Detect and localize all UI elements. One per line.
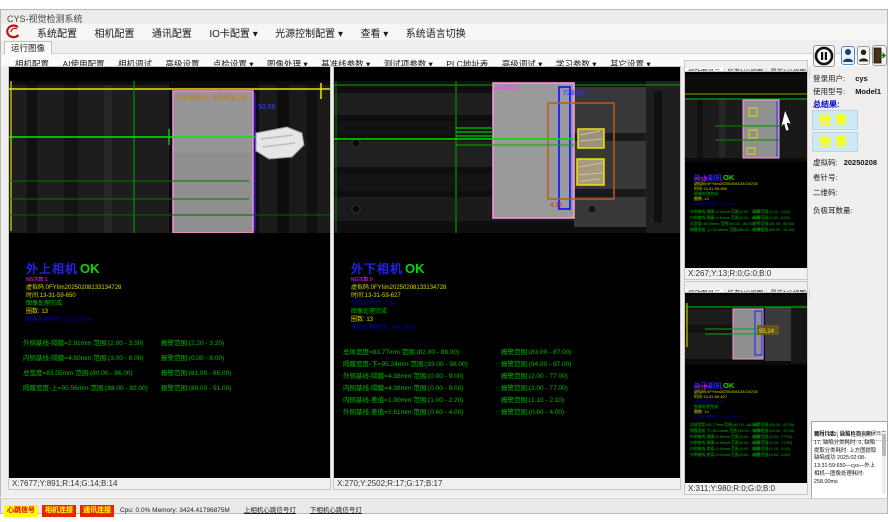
- tab-run-image[interactable]: 运行图像: [4, 41, 52, 54]
- log-text: 耗时: 222, 缺陷检测耗时: 17, 缺陷分类耗时: 0, 缺陷提取分类耗时…: [814, 432, 880, 487]
- user-icon: [842, 47, 854, 64]
- upper-camera-heartbeat-link[interactable]: 上相机心跳信号灯: [244, 504, 296, 514]
- result-box-upper: 结果: [812, 110, 858, 130]
- brightness-overlay-label: 平均亮值:93, 动态亮值:100: [176, 94, 248, 102]
- small-view-top[interactable]: 外上相机OK NG次数:1 虚拟码:0FYIim2025020813313472…: [684, 71, 808, 270]
- pixel-coords-lower: X:270;Y:2502;R:17;G:17;B:17: [333, 478, 681, 490]
- cpu-memory-text: Cpu: 0.0% Memory: 3424.41796875M: [120, 507, 230, 514]
- measure-row: 内侧基线-隔膜=4.38mm 范围:(0.00 - 9.00): [343, 382, 463, 392]
- pixel-coords-small-bottom: X:311;Y:980;R:0;G:0;B:0: [684, 483, 808, 495]
- film-region-box: [743, 100, 779, 158]
- lower-camera-heartbeat-link[interactable]: 下相机心跳信号灯: [310, 504, 362, 514]
- measure-row: 隔膜宽度-上=90.56mm 范围:(88.00 - 92.00): [23, 382, 148, 392]
- measure-row: 隔膜宽度-下=95.24mm 范围:(93.00 - 98.00): [343, 358, 468, 368]
- camera-lower-title: 外下相机: [351, 262, 403, 276]
- small-image-top[interactable]: [685, 74, 807, 162]
- model-value: Model1: [855, 87, 881, 96]
- log-scroll-thumb[interactable]: [882, 434, 886, 456]
- alarm-range: 报警范围:(1.10 - 2.10): [501, 394, 564, 404]
- tab-count-field: 负极耳数量:: [813, 205, 853, 216]
- result-box-lower: 结果: [812, 132, 858, 152]
- alarm-range: 报警范围:(0.00 - 8.00): [161, 352, 224, 362]
- small-image-bottom[interactable]: 95.24: [685, 295, 807, 365]
- camera-view-upper[interactable]: 平均亮值:93, 动态亮值:100 90.56 外上相机OK NG次数:1 虚拟…: [8, 66, 331, 480]
- main-tab-strip: [0, 40, 888, 54]
- camera-image-lower[interactable]: AI检测区 728.80 4.38: [334, 81, 680, 233]
- alarm-range: 报警范围:(0.60 - 4.00): [501, 406, 564, 416]
- alarm-range: 报警范围:(83.00 - 87.00): [501, 346, 571, 356]
- alarm-range: 报警范围:(2.00 - 77.00): [501, 370, 568, 380]
- log-scrollbar[interactable]: [882, 432, 886, 494]
- pause-button[interactable]: [813, 45, 835, 67]
- title-bar: [0, 9, 888, 25]
- pixel-coords-upper: X:7677;Y:891;R:14;G:14;B:14: [8, 478, 331, 490]
- virtual-code-value: 20250208: [844, 158, 877, 167]
- alarm-range: 报警范围:(89.00 - 91.00): [161, 382, 231, 392]
- login-user-value: cys: [855, 74, 868, 83]
- measure-row: 外侧基线-差值=2.61mm 范围:(0.60 - 4.00): [343, 406, 463, 416]
- alarm-range: 报警范围:(81.00 - 85.00): [161, 367, 231, 377]
- exit-door-icon: [873, 46, 886, 65]
- user-manage-button[interactable]: [857, 46, 870, 65]
- alarm-range: 报警范围:(2.20 - 3.20): [161, 337, 224, 347]
- log-panel: 运行日志设置日志错误日志 耗时: 222, 缺陷检测耗时: 17, 缺陷分类耗时…: [811, 421, 888, 499]
- ai-region-label: AI检测区: [495, 84, 519, 92]
- user-icon: [858, 47, 869, 64]
- qr-field: 二维码:: [813, 187, 838, 198]
- small-view-bottom[interactable]: 95.24 外下相机OK NG次数:0 虚拟码:0FYIim2025020813…: [684, 292, 808, 485]
- measure-row: 内侧基线-差值=1.90mm 范围:(1.00 - 2.20): [343, 394, 463, 404]
- measure-row: 总宽度=83.05mm 范围:(80.00 - 86.00): [23, 367, 133, 377]
- pixel-coords-small-top: X:267;Y:13;R:0;G:0;B:0: [684, 268, 808, 280]
- width-overlay-label: 90.56: [258, 104, 276, 111]
- camera-image-upper[interactable]: 平均亮值:93, 动态亮值:100 90.56: [9, 81, 330, 233]
- measure-row: 外侧基线-隔膜=2.91mm 范围:(2.00 - 3.50): [23, 337, 143, 347]
- elapsed-line: 图像处理耗时: 143.00ms: [351, 322, 417, 331]
- measure-row: 总体宽度=83.77mm 范围:(82.00 - 88.00): [343, 346, 459, 356]
- camera-view-lower[interactable]: AI检测区 728.80 4.38 外下相机OK NG次数:0 虚拟码:0FYI…: [333, 66, 681, 480]
- needle-field: 卷针号:: [813, 172, 838, 183]
- tab-detect-box-1: [578, 129, 604, 148]
- width-overlay-label: 728.80: [563, 90, 585, 97]
- camera-upper-status: OK: [80, 261, 100, 276]
- camera-connect-badge: 相机连接: [42, 505, 76, 517]
- measure-row: 内侧基线-隔膜=4.60mm 范围:(3.00 - 6.00): [23, 352, 143, 362]
- user-switch-button[interactable]: [841, 46, 855, 65]
- model-field[interactable]: 使用型号: Model1: [813, 86, 881, 97]
- alarm-range: 报警范围:(94.00 - 97.00): [501, 358, 571, 368]
- login-user-field: 登录用户: cys: [813, 73, 868, 84]
- camera-lower-status: OK: [405, 261, 425, 276]
- red-overlay-label: 4.38: [550, 203, 562, 209]
- status-bar: 心跳信号相机连接通讯连接 Cpu: 0.0% Memory: 3424.41796…: [0, 498, 888, 514]
- exit-button[interactable]: [872, 45, 887, 66]
- virtual-code-field: 虚拟码: 20250208: [813, 157, 877, 168]
- alarm-range: 报警范围:(2.00 - 77.00): [501, 382, 568, 392]
- total-result-label: 总结果:: [813, 99, 840, 110]
- measure-row: 外侧基线-隔膜=4.38mm 范围:(0.00 - 9.00): [343, 370, 463, 380]
- comm-connect-badge: 通讯连接: [80, 505, 114, 517]
- elapsed-line: 图像处理耗时: 256.00ms: [26, 314, 92, 323]
- camera-upper-title: 外上相机: [26, 262, 78, 276]
- width-overlay-label: 95.24: [759, 329, 775, 335]
- heartbeat-badge: 心跳信号: [4, 505, 38, 517]
- menu-bar: 系统配置 相机配置 通讯配置 IO卡配置 ▾ 光源控制配置 ▾ 查看 ▾ 系统语…: [0, 24, 888, 40]
